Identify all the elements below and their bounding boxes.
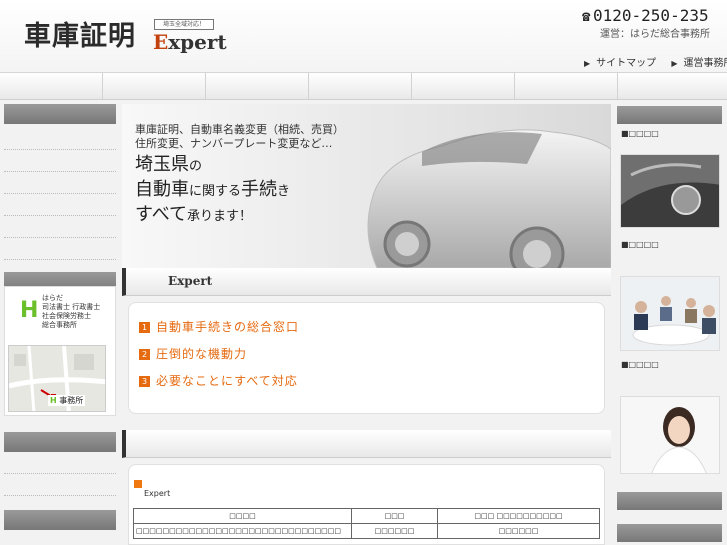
nav-item-6[interactable] <box>515 73 618 99</box>
hero-headline-1: 埼玉県の <box>135 154 203 175</box>
fee-table: □□□□ □□□ □□□ □□□□□□□□□□ □□□□□□□□□□□□□□□□… <box>133 508 600 539</box>
feature-item-1: 1 自動車手続きの総合窓口 <box>139 318 299 335</box>
sidebar-heading-3 <box>4 432 116 452</box>
sidebar-item[interactable] <box>4 150 116 172</box>
staff-image[interactable] <box>620 396 720 474</box>
logo-expert[interactable]: Expert <box>153 30 227 54</box>
sidebar-item[interactable] <box>4 452 116 474</box>
feature-item-3: 3 必要なことにすべて対応 <box>139 372 298 389</box>
top-links: ▶サイトマップ ▶運営事務所 <box>584 54 727 69</box>
logo-title[interactable]: 車庫証明 <box>24 14 136 53</box>
left-sidebar <box>4 104 116 296</box>
right-title-1: ■□□□□ <box>621 129 659 138</box>
triangle-right-icon: ▶ <box>671 59 678 68</box>
orange-square-icon <box>134 480 142 488</box>
sidebar-item[interactable] <box>4 194 116 216</box>
right-heading-3 <box>617 524 722 542</box>
table-header-row: □□□□ □□□ □□□ □□□□□□□□□□ <box>133 508 600 524</box>
sitemap-link[interactable]: ▶ サイトマップ <box>584 58 662 69</box>
operator-text: 運営：はらだ総合事務所 <box>600 29 710 40</box>
meeting-image[interactable] <box>620 276 720 351</box>
sidebar-item[interactable] <box>4 474 116 496</box>
right-heading-1 <box>617 106 722 124</box>
logo-expert-rest: xpert <box>168 30 227 54</box>
right-heading-2 <box>617 492 722 510</box>
phone-icon: ☎ <box>582 9 591 25</box>
nav-item-3[interactable] <box>206 73 309 99</box>
hero-headline-3: すべて承ります！ <box>135 204 253 225</box>
phone-text: 0120-250-235 <box>593 6 709 25</box>
staff-illustration <box>621 397 719 473</box>
office-name: はらだ 司法書士 行政書士 社会保険労務士 総合事務所 <box>42 294 101 329</box>
sidebar-item[interactable] <box>4 172 116 194</box>
office-mini-logo-icon: H <box>50 396 57 405</box>
section-heading-2 <box>122 430 611 458</box>
hero-subtitle-2: 住所変更、ナンバープレート変更など… <box>135 137 333 150</box>
hero-headline-2: 自動車に関する手続き <box>135 179 291 200</box>
sidebar-item[interactable] <box>4 128 116 150</box>
sidebar-item[interactable] <box>4 216 116 238</box>
nav-item-5[interactable] <box>412 73 515 99</box>
dashboard-illustration <box>621 155 719 227</box>
nav-item-2[interactable] <box>103 73 206 99</box>
sidebar-item[interactable] <box>4 238 116 260</box>
map-label: H 事務所 <box>48 395 86 406</box>
nav-item-7[interactable] <box>618 73 727 99</box>
sidebar-heading <box>4 104 116 124</box>
logo-badge: 埼玉全域対応！ <box>154 19 214 30</box>
office-link[interactable]: ▶運営事務所 <box>671 58 727 69</box>
global-nav <box>0 72 727 100</box>
right-title-3: ■□□□□ <box>621 360 659 369</box>
nav-item-4[interactable] <box>309 73 412 99</box>
feature-item-2: 2 圧倒的な機動力 <box>139 345 247 362</box>
dashboard-image[interactable] <box>620 154 720 228</box>
meeting-illustration <box>621 277 719 350</box>
nav-item-1[interactable] <box>0 73 103 99</box>
triangle-right-icon: ▶ <box>584 59 591 68</box>
logo-expert-e: E <box>153 30 169 54</box>
section-title: Expert <box>168 274 213 288</box>
phone-number: ☎ 0120-250-235 <box>582 6 709 25</box>
table-row: □□□□□□□□□□□□□□□□□□□□□□□□□□□□□□□ □□□□□□ □… <box>133 523 600 539</box>
office-logo-icon: H <box>20 298 39 323</box>
sidebar-heading-4 <box>4 510 116 530</box>
right-title-2: ■□□□□ <box>621 240 659 249</box>
content-label: Expert <box>144 489 171 498</box>
